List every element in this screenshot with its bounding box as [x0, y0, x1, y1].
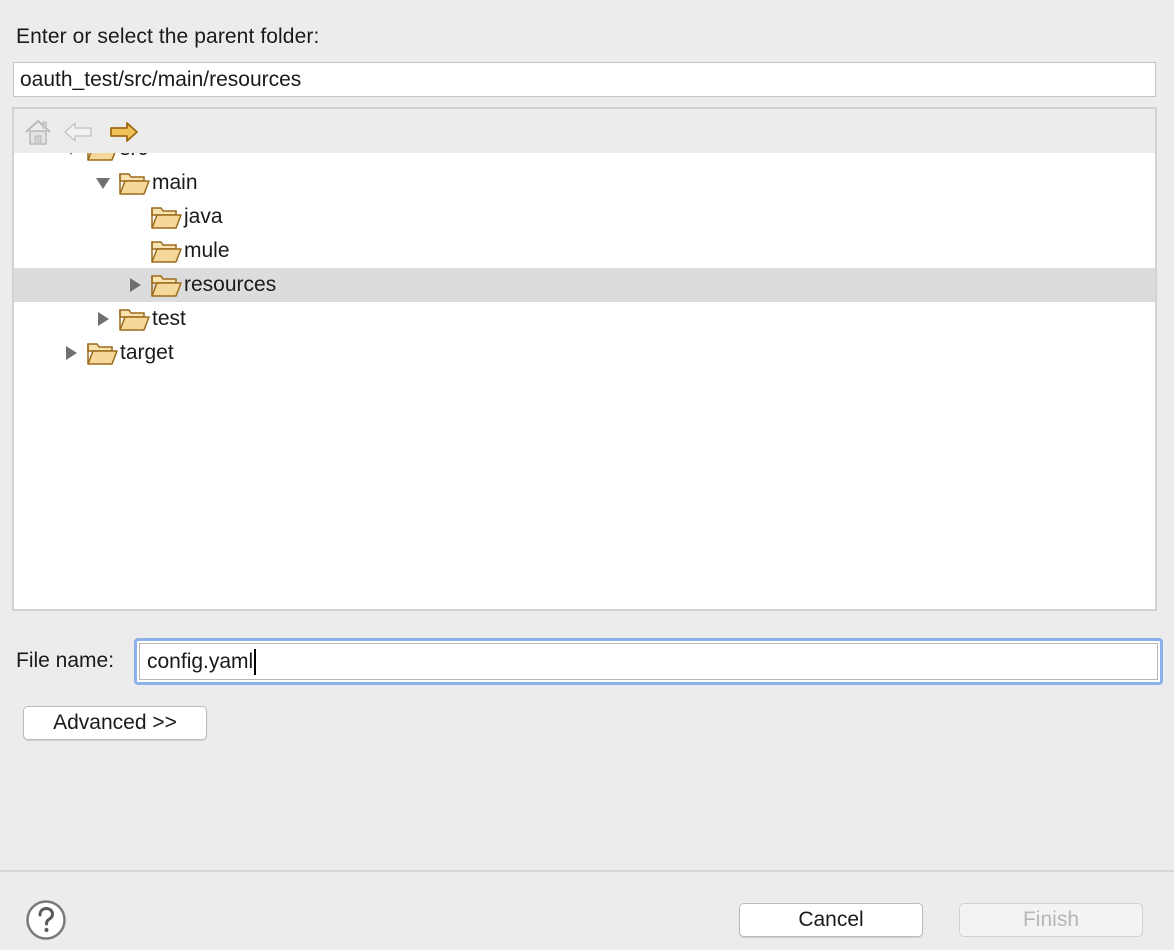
tree-row-label: java: [184, 205, 223, 228]
text-caret: [254, 648, 257, 675]
tree-row-target[interactable]: target: [14, 336, 1155, 370]
file-name-input[interactable]: config.yaml: [134, 638, 1163, 685]
help-icon[interactable]: [25, 899, 67, 941]
parent-folder-input[interactable]: [13, 62, 1156, 97]
tree-row-label: target: [120, 341, 174, 364]
tree-row-java[interactable]: java: [14, 200, 1155, 234]
file-name-value: config.yaml: [147, 649, 254, 673]
tree-row-mule[interactable]: mule: [14, 234, 1155, 268]
tree-row-label: src: [120, 153, 148, 162]
folder-open-icon: [119, 309, 150, 331]
cancel-button[interactable]: Cancel: [739, 903, 923, 937]
forward-arrow-icon[interactable]: [108, 117, 140, 147]
tree-row-label: mule: [184, 239, 230, 262]
finish-button[interactable]: Finish: [959, 903, 1143, 937]
folder-tree-panel: src main java: [12, 107, 1157, 611]
folder-open-icon: [151, 241, 182, 263]
triangle-right-icon[interactable]: [62, 344, 80, 362]
triangle-right-icon[interactable]: [126, 276, 144, 294]
folder-open-icon: [151, 207, 182, 229]
tree-row-main[interactable]: main: [14, 166, 1155, 200]
tree-toolbar: [14, 109, 1155, 153]
tree-row-resources[interactable]: resources: [14, 268, 1155, 302]
tree-row-src[interactable]: src: [14, 153, 1155, 166]
back-arrow-icon[interactable]: [62, 117, 94, 147]
advanced-button[interactable]: Advanced >>: [23, 706, 207, 740]
folder-open-icon: [87, 343, 118, 365]
tree-row-label: test: [152, 307, 186, 330]
tree-row-test[interactable]: test: [14, 302, 1155, 336]
triangle-down-icon[interactable]: [94, 174, 112, 192]
tree-row-label: main: [152, 171, 198, 194]
file-name-field[interactable]: config.yaml: [139, 643, 1158, 680]
prompt-label: Enter or select the parent folder:: [16, 25, 320, 48]
folder-open-icon: [151, 275, 182, 297]
tree-row-label: resources: [184, 273, 277, 296]
footer-separator: [0, 870, 1174, 872]
folder-tree: src main java: [14, 153, 1155, 609]
file-name-label: File name:: [16, 649, 115, 672]
folder-open-icon: [87, 153, 116, 161]
home-icon[interactable]: [22, 117, 54, 147]
folder-open-icon: [119, 173, 150, 195]
triangle-right-icon[interactable]: [94, 310, 112, 328]
triangle-down-icon[interactable]: [62, 153, 80, 158]
